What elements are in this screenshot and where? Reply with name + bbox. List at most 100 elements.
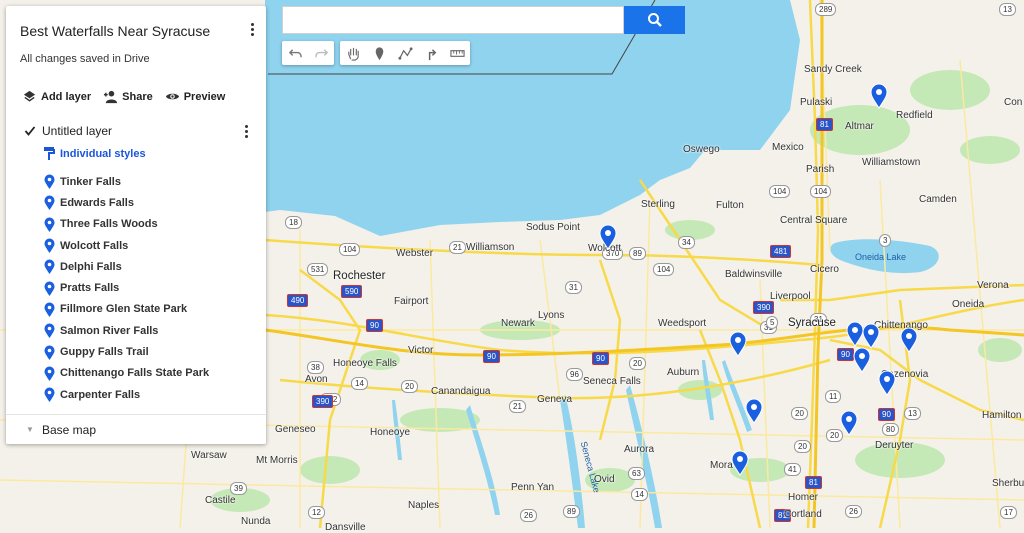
place-label: Penn Yan <box>511 482 555 493</box>
highway-shield: 12 <box>308 506 325 519</box>
waterfall-pin[interactable] <box>853 347 871 373</box>
place-label: Webster <box>396 248 434 259</box>
undo-button[interactable] <box>282 41 308 65</box>
feature-item[interactable]: Wolcott Falls <box>44 235 209 256</box>
map-pin-icon <box>44 387 55 403</box>
waterfall-pin[interactable] <box>731 450 749 476</box>
map-pin-icon <box>44 174 55 190</box>
search-input[interactable] <box>282 6 624 34</box>
feature-item-label: Tinker Falls <box>60 175 121 188</box>
feature-item[interactable]: Salmon River Falls <box>44 320 209 341</box>
add-layer-button[interactable]: Add layer <box>22 89 91 104</box>
place-label: Geneva <box>537 394 573 405</box>
tools-group <box>340 41 470 65</box>
feature-item[interactable]: Fillmore Glen State Park <box>44 299 209 320</box>
place-label: Fairport <box>394 296 429 307</box>
highway-shield: 90 <box>366 319 383 332</box>
feature-item[interactable]: Edwards Falls <box>44 192 209 213</box>
add-layer-label: Add layer <box>41 90 92 103</box>
highway-shield: 89 <box>563 505 580 518</box>
eye-icon <box>165 93 179 100</box>
place-label: Cicero <box>810 264 839 275</box>
share-label: Share <box>122 90 153 103</box>
place-label: Victor <box>408 345 434 356</box>
highway-shield: 18 <box>285 216 302 229</box>
place-label: Naples <box>408 500 440 511</box>
highway-shield: 39 <box>230 482 247 495</box>
map-options-button[interactable] <box>242 19 262 39</box>
place-label: Pulaski <box>800 97 833 108</box>
feature-item[interactable]: Tinker Falls <box>44 171 209 192</box>
waterfall-pin[interactable] <box>862 323 880 349</box>
highway-shield: 13 <box>904 407 921 420</box>
place-label: Sandy Creek <box>804 64 862 75</box>
place-label: Seneca Falls <box>583 376 641 387</box>
measure-tool[interactable] <box>444 41 470 65</box>
feature-item-label: Three Falls Woods <box>60 218 158 231</box>
ruler-icon <box>449 49 465 57</box>
waterfall-pin[interactable] <box>599 224 617 250</box>
place-label: Con <box>1004 97 1023 108</box>
highway-shield: 11 <box>825 390 842 403</box>
layer-name[interactable]: Untitled layer <box>42 124 112 138</box>
feature-item[interactable]: Chittenango Falls State Park <box>44 363 209 384</box>
map-pin-icon <box>44 238 55 254</box>
highway-shield: 390 <box>753 301 775 314</box>
highway-shield: 20 <box>629 357 646 370</box>
place-label: Weedsport <box>658 318 707 329</box>
map-legend-panel: Best Waterfalls Near Syracuse All change… <box>6 6 266 444</box>
waterfall-pin[interactable] <box>745 398 763 424</box>
search-icon <box>647 13 662 27</box>
highway-shield: 31 <box>565 281 582 294</box>
place-label: Redfield <box>896 110 933 121</box>
waterfall-pin[interactable] <box>878 370 896 396</box>
layer-options-button[interactable] <box>236 121 256 141</box>
individual-styles-link[interactable]: Individual styles <box>44 147 146 160</box>
draw-line-tool[interactable] <box>392 41 418 65</box>
highway-shield: 90 <box>592 352 609 365</box>
feature-item[interactable]: Three Falls Woods <box>44 214 209 235</box>
map-pin-icon <box>870 83 888 109</box>
map-pin-icon <box>853 347 871 373</box>
waterfall-pin[interactable] <box>870 83 888 109</box>
place-label: Hamilton <box>982 410 1022 421</box>
map-pin-icon <box>44 281 55 296</box>
search-button[interactable] <box>624 6 685 34</box>
place-label: Central Square <box>780 215 848 226</box>
feature-item[interactable]: Pratts Falls <box>44 277 209 298</box>
waterfall-pin[interactable] <box>900 327 918 353</box>
feature-item-label: Pratts Falls <box>60 282 120 295</box>
place-label: Nunda <box>241 516 271 527</box>
feature-item[interactable]: Guppy Falls Trail <box>44 341 209 362</box>
preview-button[interactable]: Preview <box>165 89 226 104</box>
base-map-section[interactable]: ▼ Base map <box>6 414 266 445</box>
map-title[interactable]: Best Waterfalls Near Syracuse <box>20 23 210 39</box>
place-label: Rochester <box>333 270 386 282</box>
feature-item-label: Salmon River Falls <box>60 324 159 337</box>
map-pin-icon <box>900 327 918 353</box>
place-label: Oneida Lake <box>855 252 907 262</box>
feature-item-label: Carpenter Falls <box>60 388 141 401</box>
paint-roller-icon <box>44 147 55 160</box>
feature-item[interactable]: Delphi Falls <box>44 256 209 277</box>
feature-item[interactable]: Carpenter Falls <box>44 384 209 405</box>
add-marker-tool[interactable] <box>366 41 392 65</box>
map-pin-icon <box>44 195 55 211</box>
feature-item-label: Fillmore Glen State Park <box>60 303 188 316</box>
share-button[interactable]: Share <box>103 89 153 104</box>
waterfall-pin[interactable] <box>840 410 858 436</box>
place-label: Aurora <box>624 444 655 455</box>
map-pin-icon <box>44 259 55 275</box>
highway-shield: 38 <box>307 361 324 374</box>
preview-label: Preview <box>183 90 226 103</box>
layer-visibility-checkbox[interactable] <box>24 125 36 137</box>
place-label: Baldwinsville <box>725 269 783 280</box>
select-tool[interactable] <box>340 41 366 65</box>
waterfall-pin[interactable] <box>729 331 747 357</box>
place-label: Lyons <box>538 310 565 321</box>
highway-shield: 81 <box>816 118 833 131</box>
place-label: Oneida <box>952 299 985 310</box>
directions-tool[interactable] <box>418 41 444 65</box>
redo-button[interactable] <box>308 41 334 65</box>
highway-shield: 390 <box>312 395 334 408</box>
